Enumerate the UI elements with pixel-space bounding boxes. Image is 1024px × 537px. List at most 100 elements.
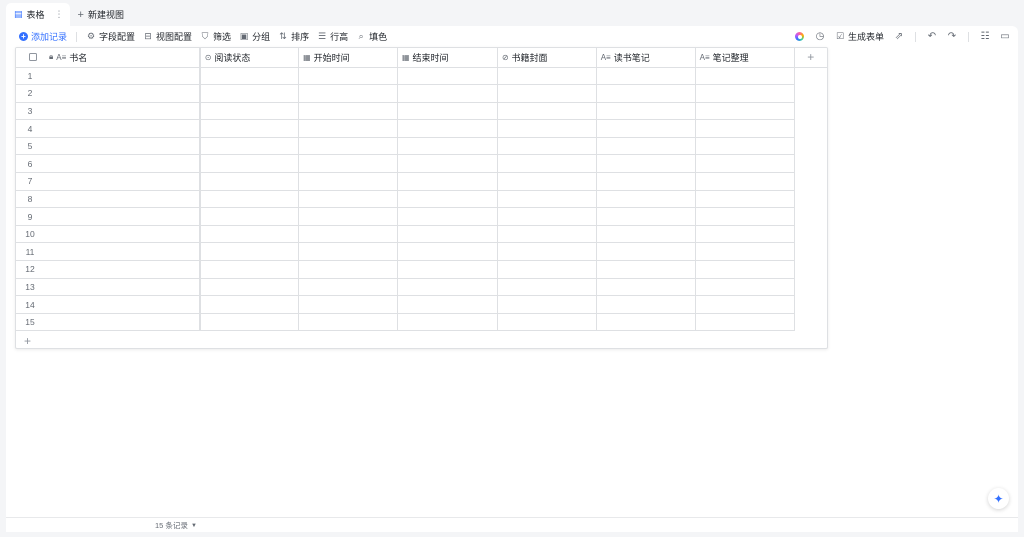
table-cell[interactable] xyxy=(497,102,597,121)
table-cell[interactable] xyxy=(695,190,795,209)
column-header-book-cover[interactable]: ⊘ 书籍封面 xyxy=(497,48,597,68)
share-button[interactable]: ⇗ xyxy=(890,28,908,45)
ai-assistant-button[interactable] xyxy=(791,28,809,45)
table-row[interactable]: 2 xyxy=(16,84,827,103)
add-column-button[interactable]: + xyxy=(794,48,827,68)
view-config-button[interactable]: ⊟ 视图配置 xyxy=(139,28,196,45)
table-cell[interactable] xyxy=(695,225,795,244)
table-row[interactable]: 12 xyxy=(16,260,827,279)
table-cell[interactable] xyxy=(298,313,398,332)
table-cell[interactable] xyxy=(397,84,498,103)
cell-book-title[interactable]: 14 xyxy=(16,295,201,314)
cell-book-title[interactable]: 5 xyxy=(16,137,201,156)
table-cell[interactable] xyxy=(497,190,597,209)
table-cell[interactable] xyxy=(397,154,498,174)
table-row[interactable]: 1 xyxy=(16,67,827,86)
table-cell[interactable] xyxy=(596,295,696,314)
table-cell[interactable] xyxy=(199,154,300,174)
table-cell[interactable] xyxy=(497,207,597,226)
table-cell[interactable] xyxy=(199,313,300,332)
table-cell[interactable] xyxy=(695,172,795,191)
filter-button[interactable]: ⛉ 筛选 xyxy=(196,28,235,45)
table-cell[interactable] xyxy=(397,190,498,209)
table-cell[interactable] xyxy=(497,154,597,174)
table-row[interactable]: 4 xyxy=(16,119,827,138)
tab-table-view[interactable]: ▤ 表格 ⋮ xyxy=(6,3,70,26)
field-config-button[interactable]: ⚙ 字段配置 xyxy=(82,28,139,45)
table-cell[interactable] xyxy=(298,137,398,156)
cell-book-title[interactable]: 1 xyxy=(16,67,201,86)
new-view-button[interactable]: + 新建视图 xyxy=(70,3,132,26)
table-cell[interactable] xyxy=(695,278,795,297)
table-cell[interactable] xyxy=(596,313,696,332)
table-cell[interactable] xyxy=(397,260,498,279)
cell-book-title[interactable]: 7 xyxy=(16,172,201,191)
table-cell[interactable] xyxy=(298,260,398,279)
table-cell[interactable] xyxy=(397,313,498,332)
table-cell[interactable] xyxy=(695,154,795,174)
table-cell[interactable] xyxy=(397,242,498,262)
table-cell[interactable] xyxy=(596,278,696,297)
table-cell[interactable] xyxy=(397,225,498,244)
table-cell[interactable] xyxy=(695,67,795,86)
table-row[interactable]: 8 xyxy=(16,190,827,209)
undo-button[interactable]: ↶ xyxy=(923,28,941,45)
table-cell[interactable] xyxy=(695,102,795,121)
table-cell[interactable] xyxy=(497,295,597,314)
ai-float-button[interactable]: ✦ xyxy=(988,488,1009,509)
column-header-book-title[interactable]: 🔒︎ A≡ 书名 xyxy=(16,48,201,68)
cell-book-title[interactable]: 4 xyxy=(16,119,201,138)
table-row[interactable]: 3 xyxy=(16,102,827,121)
table-cell[interactable] xyxy=(397,278,498,297)
table-cell[interactable] xyxy=(199,190,300,209)
table-cell[interactable] xyxy=(298,242,398,262)
table-cell[interactable] xyxy=(596,154,696,174)
table-cell[interactable] xyxy=(695,313,795,332)
table-cell[interactable] xyxy=(298,102,398,121)
cell-book-title[interactable]: 10 xyxy=(16,225,201,244)
column-header-reading-status[interactable]: ⊙ 阅读状态 xyxy=(199,48,300,68)
row-height-button[interactable]: ☰ 行高 xyxy=(313,28,352,45)
more-options-icon[interactable]: ⋮ xyxy=(55,9,64,20)
table-cell[interactable] xyxy=(596,102,696,121)
table-row[interactable]: 5 xyxy=(16,137,827,156)
table-cell[interactable] xyxy=(199,67,300,86)
table-cell[interactable] xyxy=(596,242,696,262)
table-row[interactable]: 15 xyxy=(16,313,827,332)
table-cell[interactable] xyxy=(199,102,300,121)
column-header-notes-summary[interactable]: A≡ 笔记整理 xyxy=(695,48,795,68)
table-row[interactable]: 13 xyxy=(16,278,827,297)
table-cell[interactable] xyxy=(497,313,597,332)
redo-button[interactable]: ↷ xyxy=(943,28,961,45)
table-cell[interactable] xyxy=(298,225,398,244)
table-row[interactable]: 7 xyxy=(16,172,827,191)
table-cell[interactable] xyxy=(596,172,696,191)
table-cell[interactable] xyxy=(497,84,597,103)
table-cell[interactable] xyxy=(497,225,597,244)
add-row-button[interactable]: + xyxy=(16,332,827,348)
search-replace-button[interactable]: ☷ xyxy=(976,28,994,45)
table-cell[interactable] xyxy=(199,260,300,279)
cell-book-title[interactable]: 15 xyxy=(16,313,201,332)
table-cell[interactable] xyxy=(199,84,300,103)
table-cell[interactable] xyxy=(298,84,398,103)
cell-book-title[interactable]: 8 xyxy=(16,190,201,209)
table-cell[interactable] xyxy=(596,67,696,86)
table-cell[interactable] xyxy=(298,207,398,226)
table-cell[interactable] xyxy=(199,172,300,191)
table-cell[interactable] xyxy=(397,172,498,191)
table-cell[interactable] xyxy=(695,84,795,103)
history-button[interactable]: ◷ xyxy=(811,28,829,45)
table-cell[interactable] xyxy=(298,278,398,297)
table-cell[interactable] xyxy=(596,260,696,279)
table-cell[interactable] xyxy=(199,278,300,297)
table-cell[interactable] xyxy=(199,295,300,314)
table-cell[interactable] xyxy=(695,207,795,226)
column-header-start-time[interactable]: ▦ 开始时间 xyxy=(298,48,398,68)
select-all-checkbox[interactable] xyxy=(29,53,37,62)
table-cell[interactable] xyxy=(397,119,498,138)
table-cell[interactable] xyxy=(497,260,597,279)
cell-book-title[interactable]: 3 xyxy=(16,102,201,121)
table-cell[interactable] xyxy=(199,225,300,244)
table-cell[interactable] xyxy=(596,84,696,103)
